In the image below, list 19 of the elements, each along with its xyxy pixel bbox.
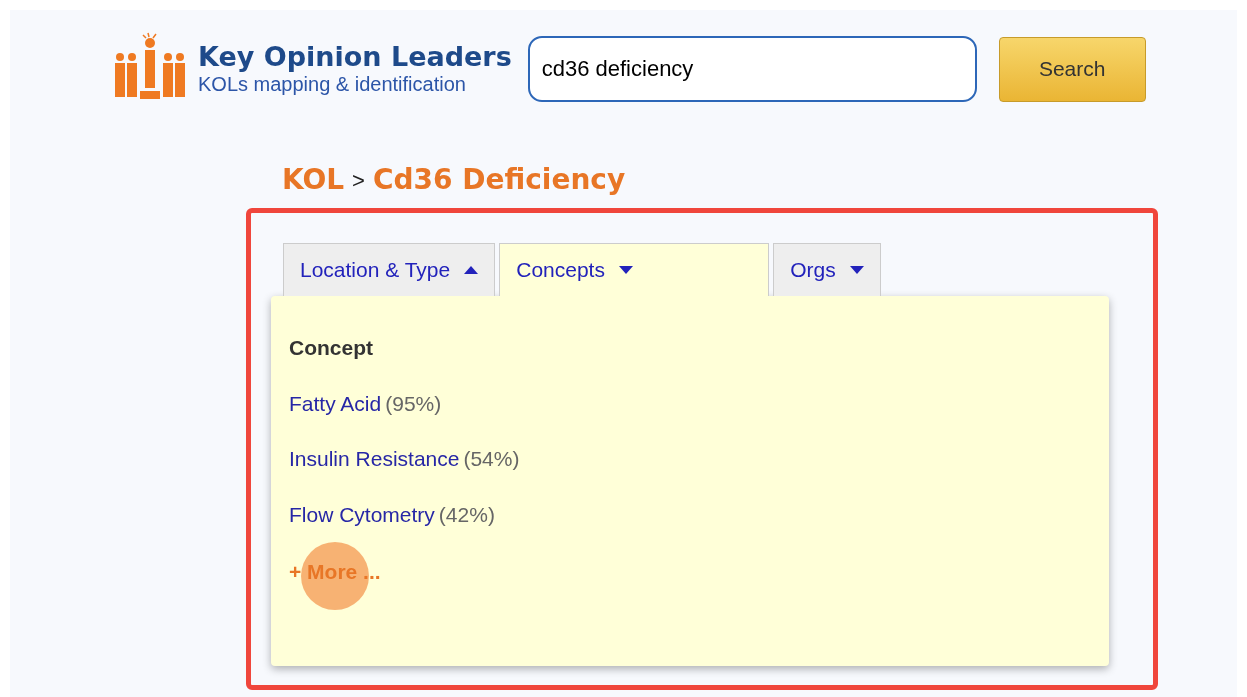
concept-percentage: (95%) — [385, 391, 442, 415]
site-subtitle: KOLs mapping & identification — [198, 72, 467, 96]
caret-down-icon — [618, 266, 633, 274]
concept-link[interactable]: Fatty Acid — [289, 391, 382, 415]
filter-tab[interactable]: Location & Type — [283, 243, 496, 296]
filter-tab[interactable]: Concepts — [499, 243, 770, 296]
concept-link[interactable]: Flow Cytometry — [289, 502, 435, 526]
concept-link[interactable]: Insulin Resistance — [289, 447, 460, 470]
search-field[interactable]: cd36 deficiency — [527, 36, 977, 102]
concept-percentage: (42%) — [438, 502, 495, 526]
search-button[interactable]: Search — [998, 36, 1146, 102]
caret-up-icon — [464, 266, 479, 274]
panel-heading: Concept — [289, 335, 374, 361]
concept-percentage: (54%) — [463, 447, 520, 470]
site-title: Key Opinion Leaders — [198, 42, 512, 72]
breadcrumb-current: Cd36 Deficiency — [372, 162, 626, 198]
caret-down-icon — [849, 266, 864, 274]
breadcrumb-separator: > — [352, 166, 365, 195]
filter-tab[interactable]: Orgs — [773, 243, 881, 296]
